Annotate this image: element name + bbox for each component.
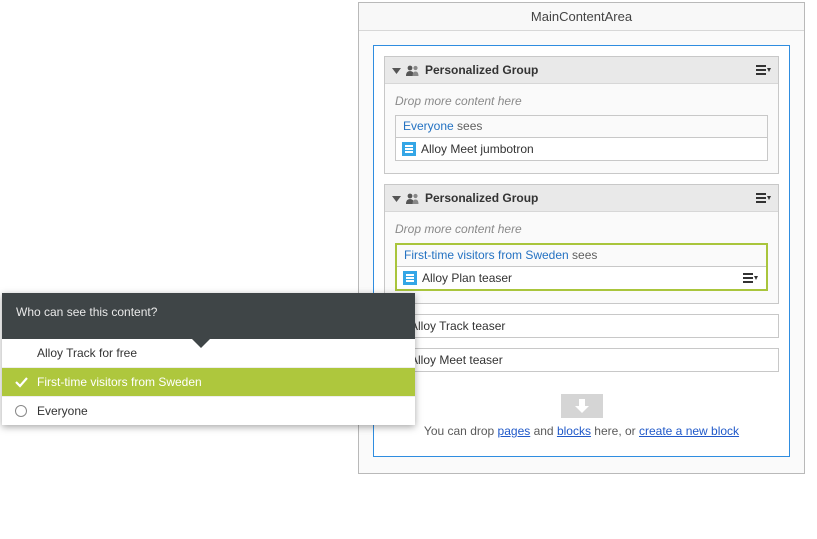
block-name: Alloy Meet teaser [410,353,772,367]
group-title: Personalized Group [425,63,756,77]
group-title: Personalized Group [425,191,756,205]
pages-link[interactable]: pages [498,424,531,438]
group-body: Drop more content here Everyone sees All… [385,84,778,173]
visitor-popup: Who can see this content? Alloy Track fo… [2,293,415,425]
drop-text-mid2: here, or [591,424,639,438]
popup-pointer-icon [192,339,210,348]
check-icon [14,375,28,389]
drop-zone-text: You can drop pages and blocks here, or c… [384,424,779,438]
popup-option-label: First-time visitors from Sweden [37,375,202,389]
segment-name: Everyone [403,119,454,133]
popup-option-label: Alloy Track for free [37,346,137,360]
drop-text-mid1: and [530,424,557,438]
drop-zone[interactable]: You can drop pages and blocks here, or c… [384,394,779,438]
popup-option-everyone[interactable]: Everyone [2,397,415,425]
blocks-link[interactable]: blocks [557,424,591,438]
block-name: Alloy Plan teaser [422,271,743,285]
personalized-group: Personalized Group Drop more content her… [384,56,779,174]
visitor-segment: Everyone sees Alloy Meet jumbotron [395,115,768,161]
group-menu-icon[interactable] [756,65,771,76]
block-name: Alloy Meet jumbotron [421,142,761,156]
content-block-row[interactable]: Alloy Meet teaser [384,348,779,372]
collapse-toggle-icon[interactable] [392,66,401,75]
users-icon [405,193,420,204]
users-icon [405,65,420,76]
standalone-blocks: Alloy Track teaser Alloy Meet teaser [384,314,779,372]
content-block-row[interactable]: Alloy Plan teaser [397,266,766,289]
segment-label: First-time visitors from Sweden sees [397,245,766,266]
drop-arrow-icon [561,394,603,418]
group-header[interactable]: Personalized Group [385,185,778,212]
content-block-row[interactable]: Alloy Meet jumbotron [396,137,767,160]
drop-hint: Drop more content here [395,94,768,108]
popup-header: Who can see this content? [2,293,415,339]
personalized-group: Personalized Group Drop more content her… [384,184,779,304]
group-menu-icon[interactable] [756,193,771,204]
block-icon [403,271,417,285]
segment-label: Everyone sees [396,116,767,137]
drop-hint: Drop more content here [395,222,768,236]
block-icon [402,142,416,156]
main-content-area-panel: MainContentArea [358,2,805,474]
content-block-row[interactable]: Alloy Track teaser [384,314,779,338]
group-body: Drop more content here First-time visito… [385,212,778,303]
blank-icon [14,346,28,360]
panel-title: MainContentArea [359,3,804,31]
segment-sees: sees [572,248,597,262]
block-name: Alloy Track teaser [410,319,772,333]
create-block-link[interactable]: create a new block [639,424,739,438]
group-header[interactable]: Personalized Group [385,57,778,84]
radio-icon [14,404,28,418]
collapse-toggle-icon[interactable] [392,194,401,203]
panel-body: Personalized Group Drop more content her… [359,31,804,473]
popup-option-selected[interactable]: First-time visitors from Sweden [2,368,415,397]
block-menu-icon[interactable] [743,273,760,284]
popup-list: Alloy Track for free First-time visitors… [2,339,415,425]
segment-sees: sees [457,119,482,133]
content-area-frame[interactable]: Personalized Group Drop more content her… [373,45,790,457]
drop-text-pre: You can drop [424,424,498,438]
popup-option-label: Everyone [37,404,88,418]
visitor-segment: First-time visitors from Sweden sees All… [395,243,768,291]
popup-title: Who can see this content? [16,305,157,319]
segment-name: First-time visitors from Sweden [404,248,569,262]
